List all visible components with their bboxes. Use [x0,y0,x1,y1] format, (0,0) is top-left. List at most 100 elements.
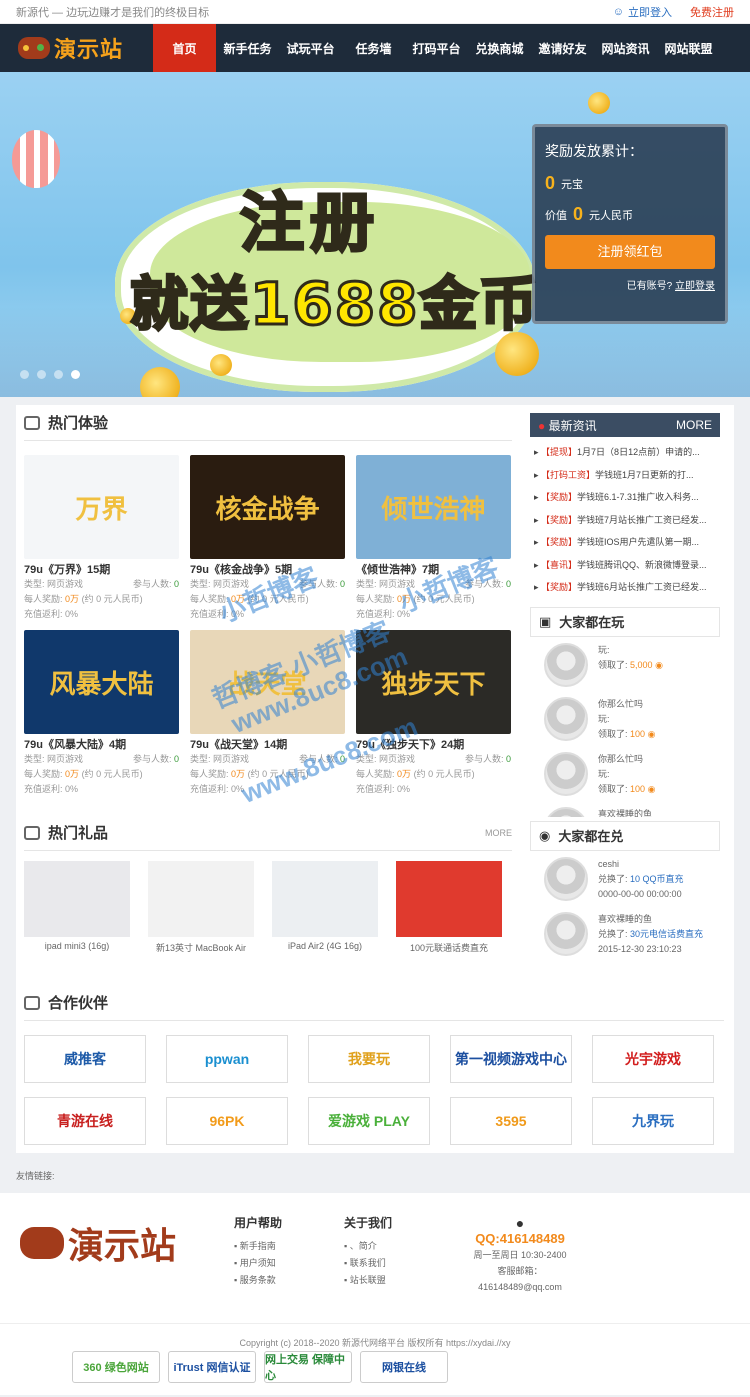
news-item[interactable]: ▸ 【奖励】学钱班7月站长推广工资已经发... [534,509,716,532]
gift-item[interactable]: 100元联通话费直充 [396,861,502,954]
news-item[interactable]: ▸ 【打码工资】学钱班1月7日更新的打... [534,464,716,487]
footer-link-terms[interactable]: ▪ 服务条款 [234,1272,282,1289]
avatar [544,642,588,687]
partner-logo[interactable]: 威推客 [24,1035,146,1083]
game-cover-image[interactable]: 独步天下 [356,630,511,734]
news-item[interactable]: ▸ 【提现】1月7日（8日12点前）申请的... [534,441,716,464]
game-title[interactable]: 79u《独步天下》24期 [356,736,511,752]
partner-logo[interactable]: 爱游戏 PLAY [308,1097,430,1145]
carousel-dot-active[interactable] [71,370,80,379]
site-slogan: 新源代 — 边玩边赚才是我们的终极目标 [16,6,210,19]
footer-link-contact[interactable]: ▪ 联系我们 [344,1255,392,1272]
badge-chinabank[interactable]: 网银在线 [360,1351,448,1383]
avatar [544,696,588,741]
top-bar: 新源代 — 边玩边赚才是我们的终极目标 ☺ 立即登入 免费注册 [0,0,750,24]
game-meta: 类型: 网页游戏 参与人数: 0 每人奖励: 0万 (约 0 元人民币) 充值返利: … [190,579,345,619]
game-title[interactable]: 79u《万界》15期 [24,561,179,577]
news-item[interactable]: ▸ 【奖励】学钱班6.1-7.31推广收入科务... [534,486,716,509]
carousel-dot[interactable] [37,370,46,379]
game-card[interactable]: 核金战争 79u《核金战争》5期类型: 网页游戏 参与人数: 0 每人奖励: 0万 (… [190,455,345,622]
partner-logo[interactable]: 青游在线 [24,1097,146,1145]
game-cover-image[interactable]: 万界 [24,455,179,559]
partner-logo[interactable]: 我要玩 [308,1035,430,1083]
gift-name[interactable]: iPad Air2 (4G 16g) [272,941,378,951]
game-card[interactable]: 风暴大陆 79u《风暴大陆》4期 类型: 网页游戏 参与人数: 0 每人奖励: 0万 (… [24,630,179,797]
game-cover-image[interactable]: 战天堂 [190,630,345,734]
gift-image[interactable] [148,861,254,937]
gift-name[interactable]: ipad mini3 (16g) [24,941,130,951]
gift-image[interactable] [272,861,378,937]
game-title[interactable]: 79u《战天堂》14期 [190,736,345,752]
register-link[interactable]: 免费注册 [690,4,734,20]
section-title-everyone-exchanging: ◉ 大家都在兑 [530,820,720,851]
partner-logo[interactable]: 九界玩 [592,1097,714,1145]
nav-item-trial-platform[interactable]: 试玩平台 [279,24,342,72]
footer-about-column: 关于我们 ▪ 、简介 ▪ 联系我们 ▪ 站长联盟 [344,1215,392,1289]
panel-login-link[interactable]: 立即登录 [675,281,715,292]
game-meta: 类型: 网页游戏 参与人数: 0 每人奖励: 0万 (约 0 元人民币) 充值返利: … [24,579,179,619]
footer-link-intro[interactable]: ▪ 、简介 [344,1238,392,1255]
nav-item-alliance[interactable]: 网站联盟 [657,24,720,72]
news-item[interactable]: ▸ 【奖励】学钱班6月站长推广工资已经发... [534,576,716,599]
nav-item-exchange-mall[interactable]: 兑换商城 [468,24,531,72]
section-title-hot-games: 热门体验 [24,405,512,441]
partner-logo[interactable]: 3595 [450,1097,572,1145]
partner-logo[interactable]: 第一视频游戏中心 [450,1035,572,1083]
right-column: ● 最新资讯 MORE ▸ 【提现】1月7日（8日12点前）申请的... ▸ 【打… [530,413,720,971]
footer-link-alliance[interactable]: ▪ 站长联盟 [344,1272,392,1289]
carousel-dot[interactable] [20,370,29,379]
section-title-everyone-playing: ▣ 大家都在玩 [530,606,720,637]
gift-item[interactable]: ipad mini3 (16g) [24,861,130,954]
game-title[interactable]: 79u《风暴大陆》4期 [24,736,179,752]
news-item[interactable]: ▸ 【喜讯】学钱班腾讯QQ、新浪微博登录... [534,554,716,577]
badge-trade-guarantee[interactable]: 网上交易 保障中心 [264,1351,352,1383]
game-cover-image[interactable]: 核金战争 [190,455,345,559]
footer-link-notice[interactable]: ▪ 用户须知 [234,1255,282,1272]
carousel-dot[interactable] [54,370,63,379]
news-item[interactable]: ▸ 【奖励】学钱班IOS用户先遣队第一期... [534,531,716,554]
gamepad-icon [18,37,50,59]
game-title[interactable]: 《倾世浩神》7期 [356,561,511,577]
avatar [544,911,588,956]
nav-item-invite-friends[interactable]: 邀请好友 [531,24,594,72]
reward-panel: 奖励发放累计： 0 元宝 价值 0 元人民币 注册领红包 已有账号? 立即登录 [532,124,728,324]
gifts-more-link[interactable]: MORE [485,828,512,838]
hero-banner[interactable]: 注册 就送1688金币 奖励发放累计： 0 元宝 价值 0 元人民币 注册领红包 已有… [0,72,750,397]
partner-logo[interactable]: 96PK [166,1097,288,1145]
footer-logo: 演示站 [20,1217,176,1269]
section-title-partners: 合作伙伴 [24,985,724,1021]
footer-link-guide[interactable]: ▪ 新手指南 [234,1238,282,1255]
register-get-redpacket-button[interactable]: 注册领红包 [545,235,715,269]
login-link[interactable]: ☺ 立即登入 [613,4,672,20]
gift-image[interactable] [396,861,502,937]
nav-item-home[interactable]: 首页 [153,24,216,72]
main-content: 热门体验 万界 79u《万界》15期 类型: 网页游戏 参与人数: 0 每人奖励: 0万… [16,405,734,1153]
nav-item-task-wall[interactable]: 任务墙 [342,24,405,72]
gift-item[interactable]: iPad Air2 (4G 16g) [272,861,378,954]
nav-item-captcha-platform[interactable]: 打码平台 [405,24,468,72]
coin-icon [210,354,232,376]
partner-logo[interactable]: 光宇游戏 [592,1035,714,1083]
game-meta: 类型: 网页游戏 参与人数: 0 每人奖励: 0万 (约 0 元人民币) 充值返利: … [356,754,511,794]
badge-360[interactable]: 360 绿色网站 [72,1351,160,1383]
game-card[interactable]: 倾世浩神 《倾世浩神》7期 类型: 网页游戏 参与人数: 0 每人奖励: 0万 (约 0… [356,455,511,622]
gift-icon [24,825,40,840]
game-cover-image[interactable]: 风暴大陆 [24,630,179,734]
game-card[interactable]: 战天堂 79u《战天堂》14期 类型: 网页游戏 参与人数: 0 每人奖励: 0万 (约… [190,630,345,797]
game-cover-image[interactable]: 倾世浩神 [356,455,511,559]
game-card[interactable]: 独步天下 79u《独步天下》24期类型: 网页游戏 参与人数: 0 每人奖励: 0万 … [356,630,511,797]
hot-games-grid: 万界 79u《万界》15期 类型: 网页游戏 参与人数: 0 每人奖励: 0万 (约 0… [24,455,512,797]
badge-itrust[interactable]: iTrust 网信认证 [168,1351,256,1383]
coin-icon: ◉ [539,827,551,843]
gift-name[interactable]: 新13英寸 MacBook Air [148,941,254,954]
gift-image[interactable] [24,861,130,937]
gift-name[interactable]: 100元联通话费直充 [396,941,502,954]
news-more-link[interactable]: MORE [676,418,712,432]
nav-item-novice-tasks[interactable]: 新手任务 [216,24,279,72]
site-logo[interactable]: 演示站 [18,28,153,68]
game-card[interactable]: 万界 79u《万界》15期类型: 网页游戏 参与人数: 0 每人奖励: 0万 (约 0… [24,455,179,622]
partner-logo[interactable]: ppwan [166,1035,288,1083]
gift-item[interactable]: 新13英寸 MacBook Air [148,861,254,954]
nav-item-news[interactable]: 网站资讯 [594,24,657,72]
game-title[interactable]: 79u《核金战争》5期 [190,561,345,577]
